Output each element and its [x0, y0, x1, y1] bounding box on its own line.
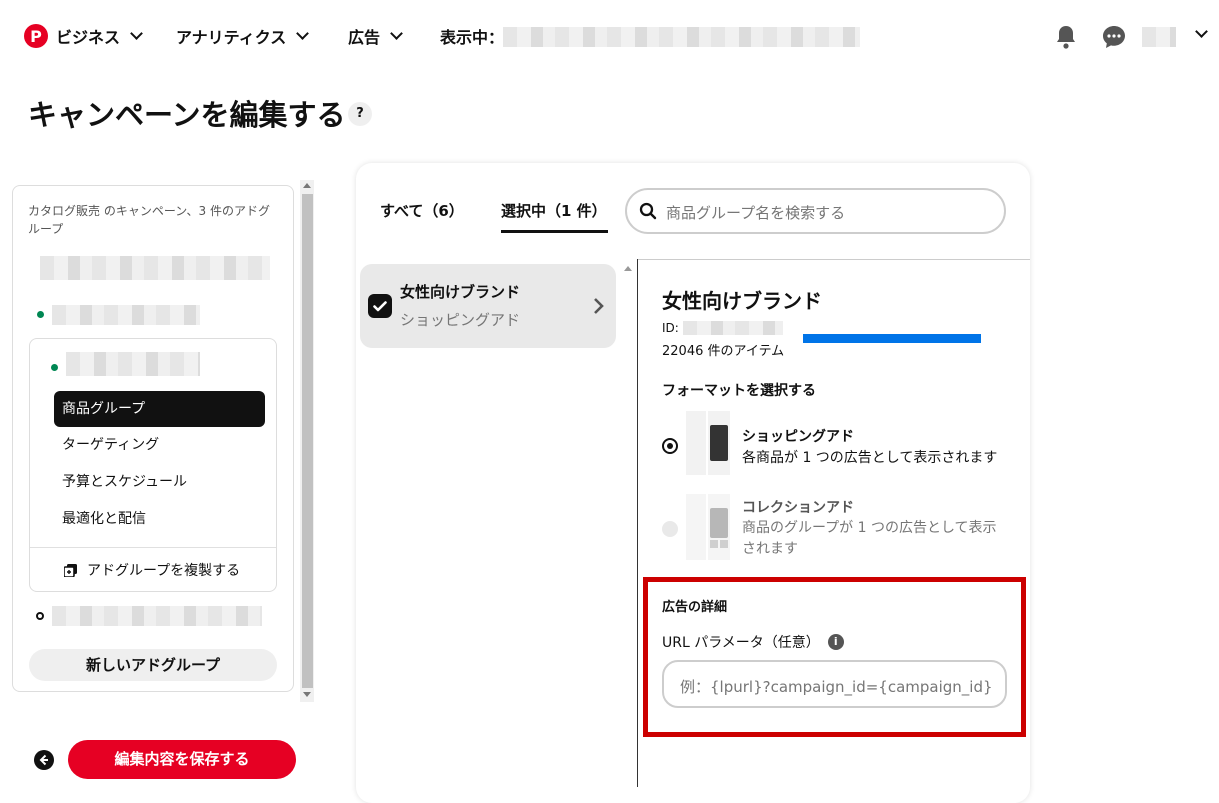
chevron-down-icon[interactable]	[1195, 25, 1208, 38]
url-param-label: URL パラメータ（任意） i	[662, 632, 844, 652]
avatar[interactable]	[1142, 27, 1176, 47]
adgroup-name-redacted[interactable]	[66, 352, 200, 376]
chevron-down-icon	[296, 27, 310, 40]
format-heading: フォーマットを選択する	[662, 383, 816, 399]
format-radio-collection[interactable]	[662, 521, 678, 537]
nav-viewing-label: 表示中：	[440, 28, 505, 47]
checkbox-checked-icon[interactable]	[368, 294, 392, 318]
url-param-placeholder: 例：{lpurl}?campaign_id={campaign_id}	[680, 678, 993, 696]
sidebar-scrollbar-thumb[interactable]	[302, 194, 313, 688]
campaign-summary: カタログ販売 のキャンペーン、3 件のアドグループ	[28, 204, 270, 236]
detail-id-label: ID:	[662, 321, 679, 335]
chevron-down-icon	[130, 27, 143, 40]
duplicate-icon	[64, 563, 77, 577]
progress-bar	[803, 334, 981, 343]
sidebar-item-product-groups[interactable]: 商品グループ	[54, 391, 265, 427]
status-dot-active	[37, 311, 44, 318]
divider	[637, 259, 638, 787]
nav-business-label: ビジネス	[56, 28, 121, 47]
duplicate-adgroup-button[interactable]: アドグループを複製する	[64, 560, 240, 580]
search-placeholder: 商品グループ名を検索する	[666, 204, 846, 222]
nav-ads-label: 広告	[348, 28, 381, 47]
page-title: キャンペーンを編集する	[28, 98, 346, 132]
chevron-down-icon	[390, 27, 403, 40]
list-item-title: 女性向けブランド	[400, 283, 521, 301]
account-name-redacted	[503, 27, 860, 47]
collection-ad-thumbnail-icon	[686, 494, 730, 560]
list-scrollbar[interactable]	[622, 262, 634, 782]
messages-icon[interactable]	[1101, 24, 1127, 50]
nav-business[interactable]: ビジネス	[56, 24, 143, 48]
shopping-ad-thumbnail-icon	[686, 411, 730, 475]
help-icon[interactable]: ?	[348, 102, 372, 126]
sidebar-item-optimization[interactable]: 最適化と配信	[54, 501, 265, 537]
item-count: 22046 件のアイテム	[662, 344, 785, 359]
format-collection-desc: 商品のグループが 1 つの広告として表示されます	[742, 520, 997, 557]
nav-viewing[interactable]: 表示中：	[440, 24, 504, 48]
tab-selected[interactable]: 選択中（1 件）	[501, 200, 607, 221]
back-arrow-icon[interactable]	[34, 750, 54, 770]
new-adgroup-button[interactable]: 新しいアドグループ	[29, 649, 277, 681]
search-icon	[639, 202, 657, 220]
chevron-right-icon	[594, 298, 604, 314]
save-button[interactable]: 編集内容を保存する	[68, 740, 296, 779]
format-shopping-desc: 各商品が 1 つの広告として表示されます	[742, 450, 998, 466]
nav-ads[interactable]: 広告	[348, 24, 403, 48]
scroll-up-arrow-icon[interactable]	[303, 183, 311, 188]
list-item-subtitle: ショッピングアド	[400, 311, 521, 329]
sidebar-item-targeting[interactable]: ターゲティング	[54, 427, 265, 463]
divider	[637, 259, 1030, 260]
adgroup-name-redacted[interactable]	[52, 305, 200, 325]
tab-selected-underline	[501, 230, 608, 233]
nav-analytics-label: アナリティクス	[176, 28, 287, 47]
nav-analytics[interactable]: アナリティクス	[176, 24, 310, 48]
status-dot-inactive	[36, 612, 44, 620]
adgroup-name-redacted[interactable]	[52, 606, 262, 626]
svg-text:P: P	[30, 27, 42, 46]
tab-all[interactable]: すべて（6）	[380, 200, 464, 221]
sidebar-item-budget-schedule[interactable]: 予算とスケジュール	[54, 464, 265, 500]
detail-id-redacted	[683, 321, 783, 335]
scroll-down-arrow-icon[interactable]	[303, 692, 311, 697]
format-collection-title: コレクションアド	[742, 500, 854, 516]
status-dot-active	[51, 364, 58, 371]
list-item[interactable]	[360, 264, 616, 348]
duplicate-adgroup-label: アドグループを複製する	[87, 563, 241, 579]
radio-dot	[667, 443, 673, 449]
ad-details-heading: 広告の詳細	[662, 600, 728, 615]
notifications-bell-icon[interactable]	[1054, 24, 1078, 50]
url-param-label-text: URL パラメータ（任意）	[662, 635, 820, 651]
format-radio-shopping[interactable]	[662, 438, 678, 454]
format-shopping-title: ショッピングアド	[742, 429, 854, 445]
info-icon[interactable]: i	[827, 634, 844, 650]
divider	[30, 547, 276, 548]
scroll-up-arrow-icon[interactable]	[624, 266, 632, 271]
detail-title: 女性向けブランド	[662, 289, 822, 313]
pinterest-logo-icon[interactable]: P	[24, 24, 48, 48]
campaign-name-redacted	[40, 256, 270, 280]
